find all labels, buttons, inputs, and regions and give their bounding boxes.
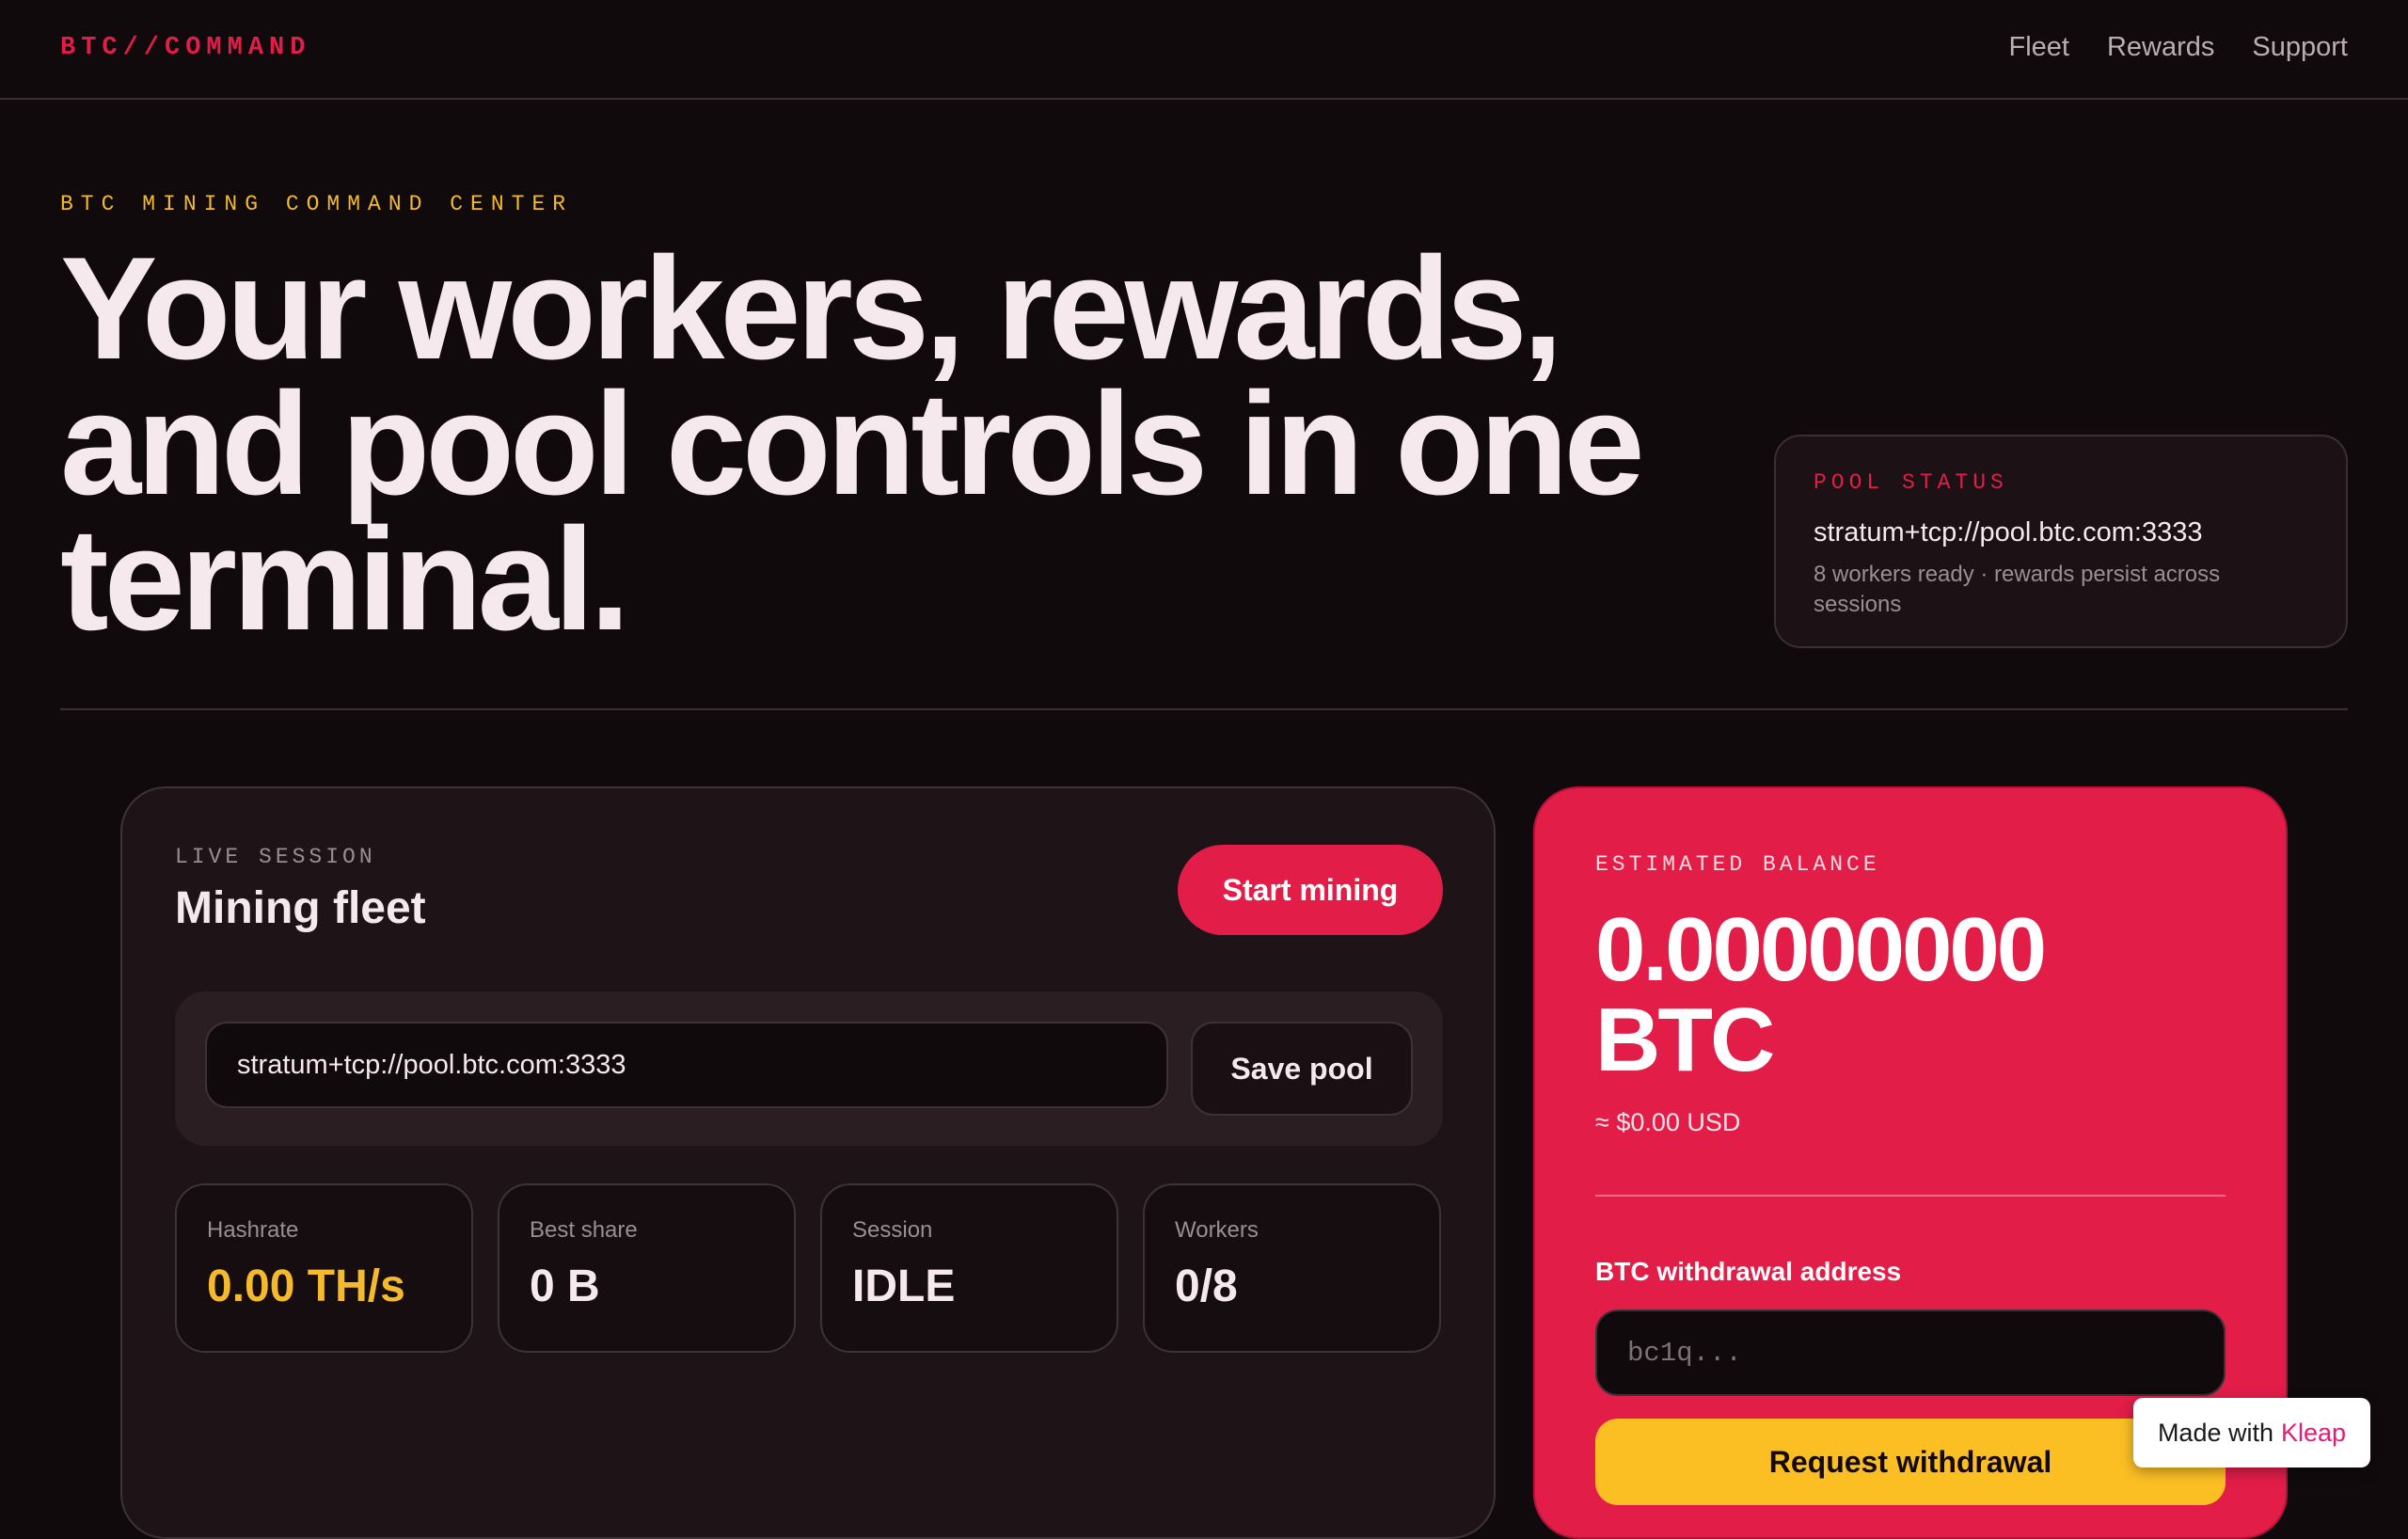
mining-fleet-panel: LIVE SESSION Mining fleet Start mining S… (120, 786, 1496, 1539)
fleet-stats: Hashrate 0.00 TH/s Best share 0 B Sessio… (175, 1183, 1443, 1353)
stat-card-best-share: Best share 0 B (498, 1183, 796, 1353)
pool-status-meta: 8 workers ready · rewards persist across… (1814, 562, 2221, 617)
balance-kicker: ESTIMATED BALANCE (1595, 852, 1880, 877)
stat-label: Session (852, 1217, 933, 1243)
stat-card-workers: Workers 0/8 (1143, 1183, 1441, 1353)
pool-config-row: Save pool (175, 992, 1443, 1146)
pool-status-label: POOL STATUS (1814, 470, 2008, 495)
hero-title-line: terminal. (60, 498, 630, 660)
stat-card-hashrate: Hashrate 0.00 TH/s (175, 1183, 473, 1353)
fleet-title: Mining fleet (175, 883, 426, 933)
save-pool-button[interactable]: Save pool (1191, 1022, 1413, 1116)
main-nav: Fleet Rewards Support (2009, 32, 2349, 63)
pool-status-url: stratum+tcp://pool.btc.com:3333 (1814, 517, 2203, 547)
balance-amount-unit: BTC (1595, 990, 1775, 1090)
section-divider (60, 708, 2348, 710)
fleet-kicker: LIVE SESSION (175, 845, 376, 869)
logo[interactable]: BTC//COMMAND (60, 34, 310, 62)
stat-label: Hashrate (207, 1217, 299, 1243)
hero-eyebrow: BTC MINING COMMAND CENTER (60, 192, 574, 216)
nav-link-support[interactable]: Support (2252, 32, 2348, 63)
stat-label: Best share (530, 1217, 638, 1243)
stat-value: 0/8 (1175, 1261, 1238, 1311)
stat-value: IDLE (852, 1261, 956, 1311)
pool-url-input[interactable] (205, 1022, 1168, 1108)
pool-status-card: POOL STATUS stratum+tcp://pool.btc.com:3… (1774, 435, 2348, 648)
withdrawal-address-label: BTC withdrawal address (1595, 1257, 1902, 1286)
badge-brand: Kleap (2281, 1418, 2347, 1447)
made-with-kleap-badge[interactable]: Made with Kleap (2133, 1398, 2370, 1468)
badge-prefix: Made with (2157, 1418, 2273, 1447)
request-withdrawal-button[interactable]: Request withdrawal (1595, 1419, 2226, 1505)
stat-value: 0 B (530, 1261, 600, 1311)
nav-link-fleet[interactable]: Fleet (2009, 32, 2069, 63)
balance-amount-value: 0.00000000 (1595, 899, 2047, 1000)
balance-amount: 0.00000000 BTC (1595, 905, 2235, 1086)
stat-card-session: Session IDLE (820, 1183, 1118, 1353)
stat-value: 0.00 TH/s (207, 1261, 405, 1311)
withdrawal-address-input[interactable] (1595, 1309, 2226, 1396)
hero-title: Your workers, rewards, and pool controls… (60, 235, 1659, 652)
balance-usd: ≈ $0.00 USD (1595, 1108, 1741, 1136)
stat-label: Workers (1175, 1217, 1259, 1243)
top-navbar: BTC//COMMAND Fleet Rewards Support (0, 0, 2408, 100)
nav-link-rewards[interactable]: Rewards (2107, 32, 2214, 63)
start-mining-button[interactable]: Start mining (1178, 845, 1443, 935)
balance-divider (1595, 1195, 2226, 1197)
